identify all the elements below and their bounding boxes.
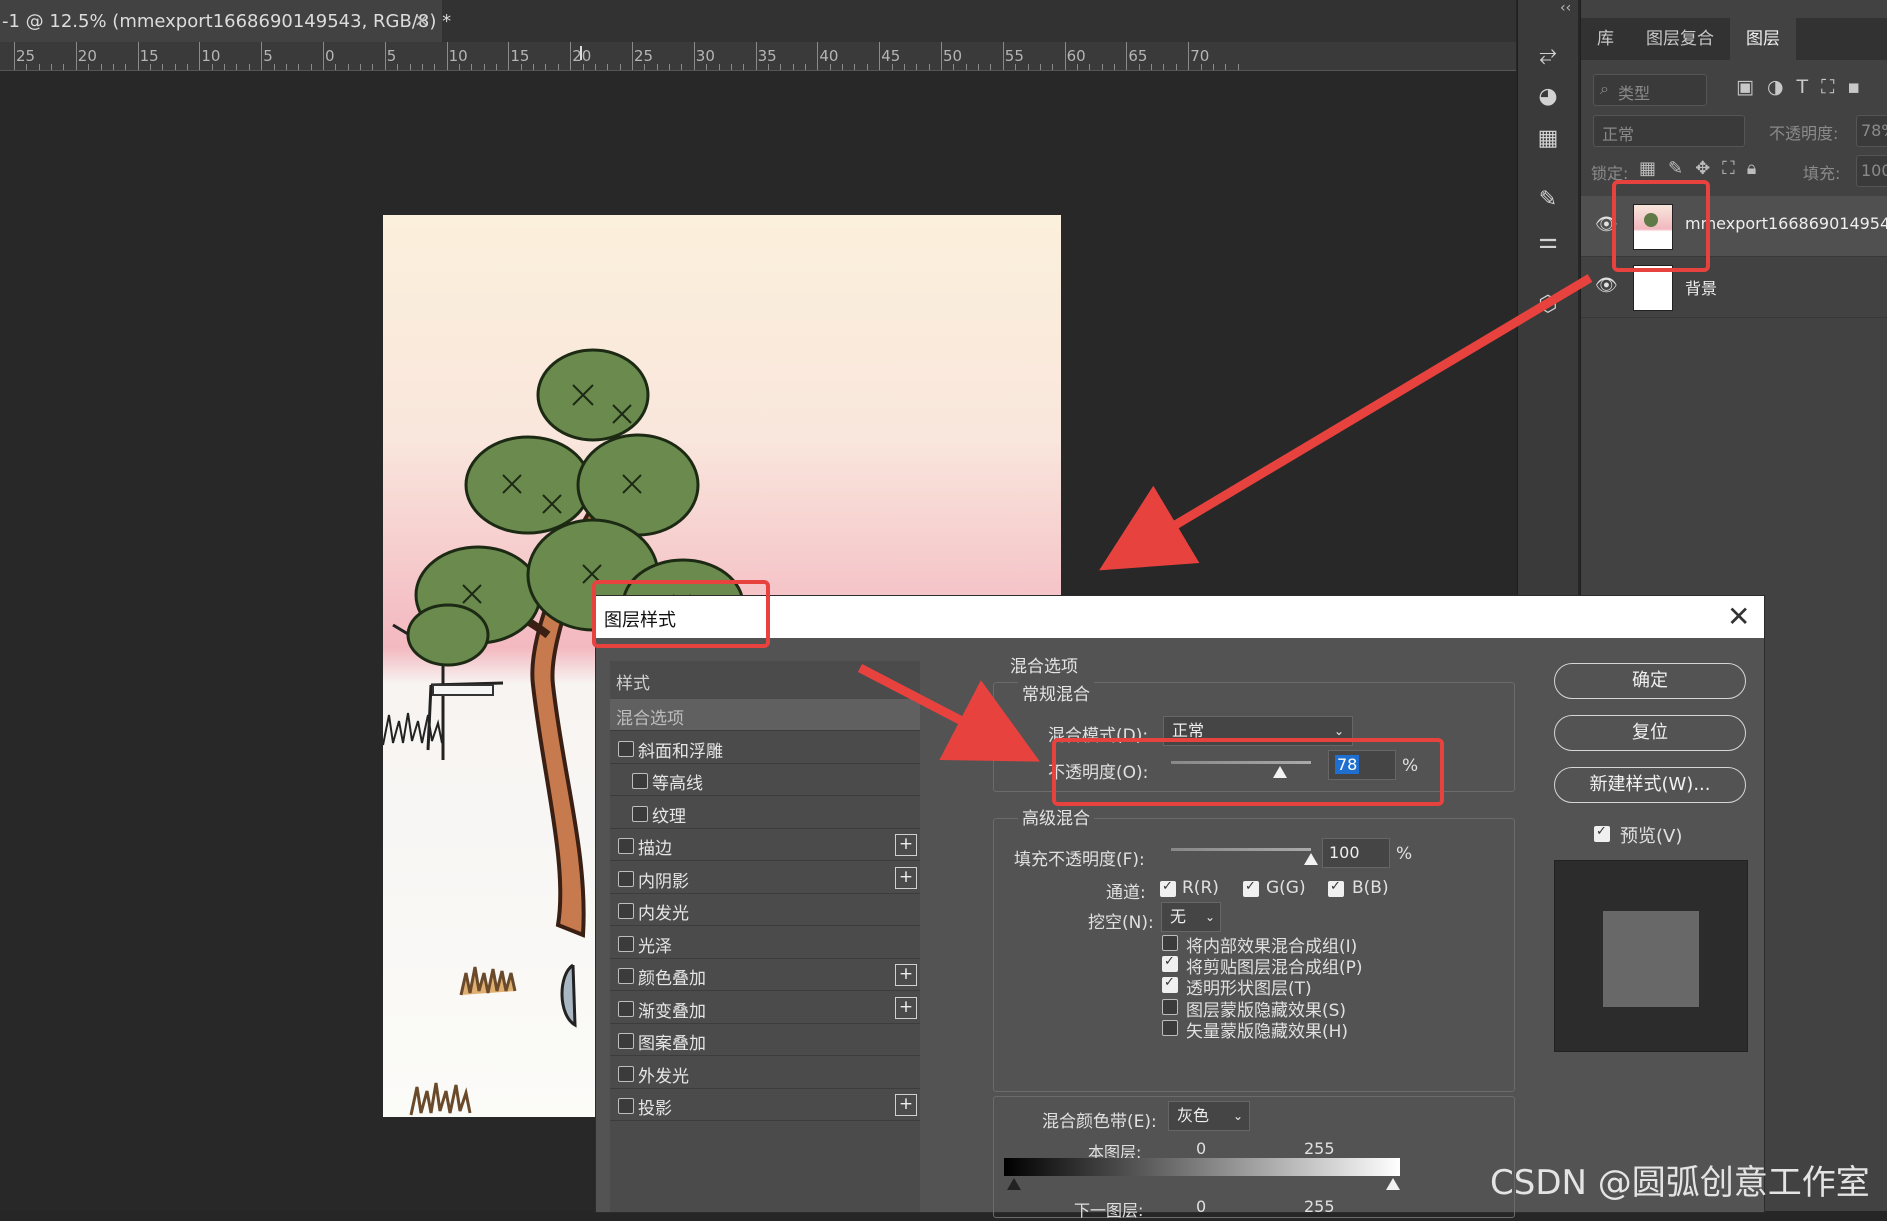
- annotation-arrows: [857, 274, 1593, 762]
- arrow-to-opacity: [857, 664, 1040, 762]
- arrow-to-canvas: [1099, 274, 1593, 571]
- watermark: CSDN @圆弧创意工作室: [1490, 1163, 1870, 1203]
